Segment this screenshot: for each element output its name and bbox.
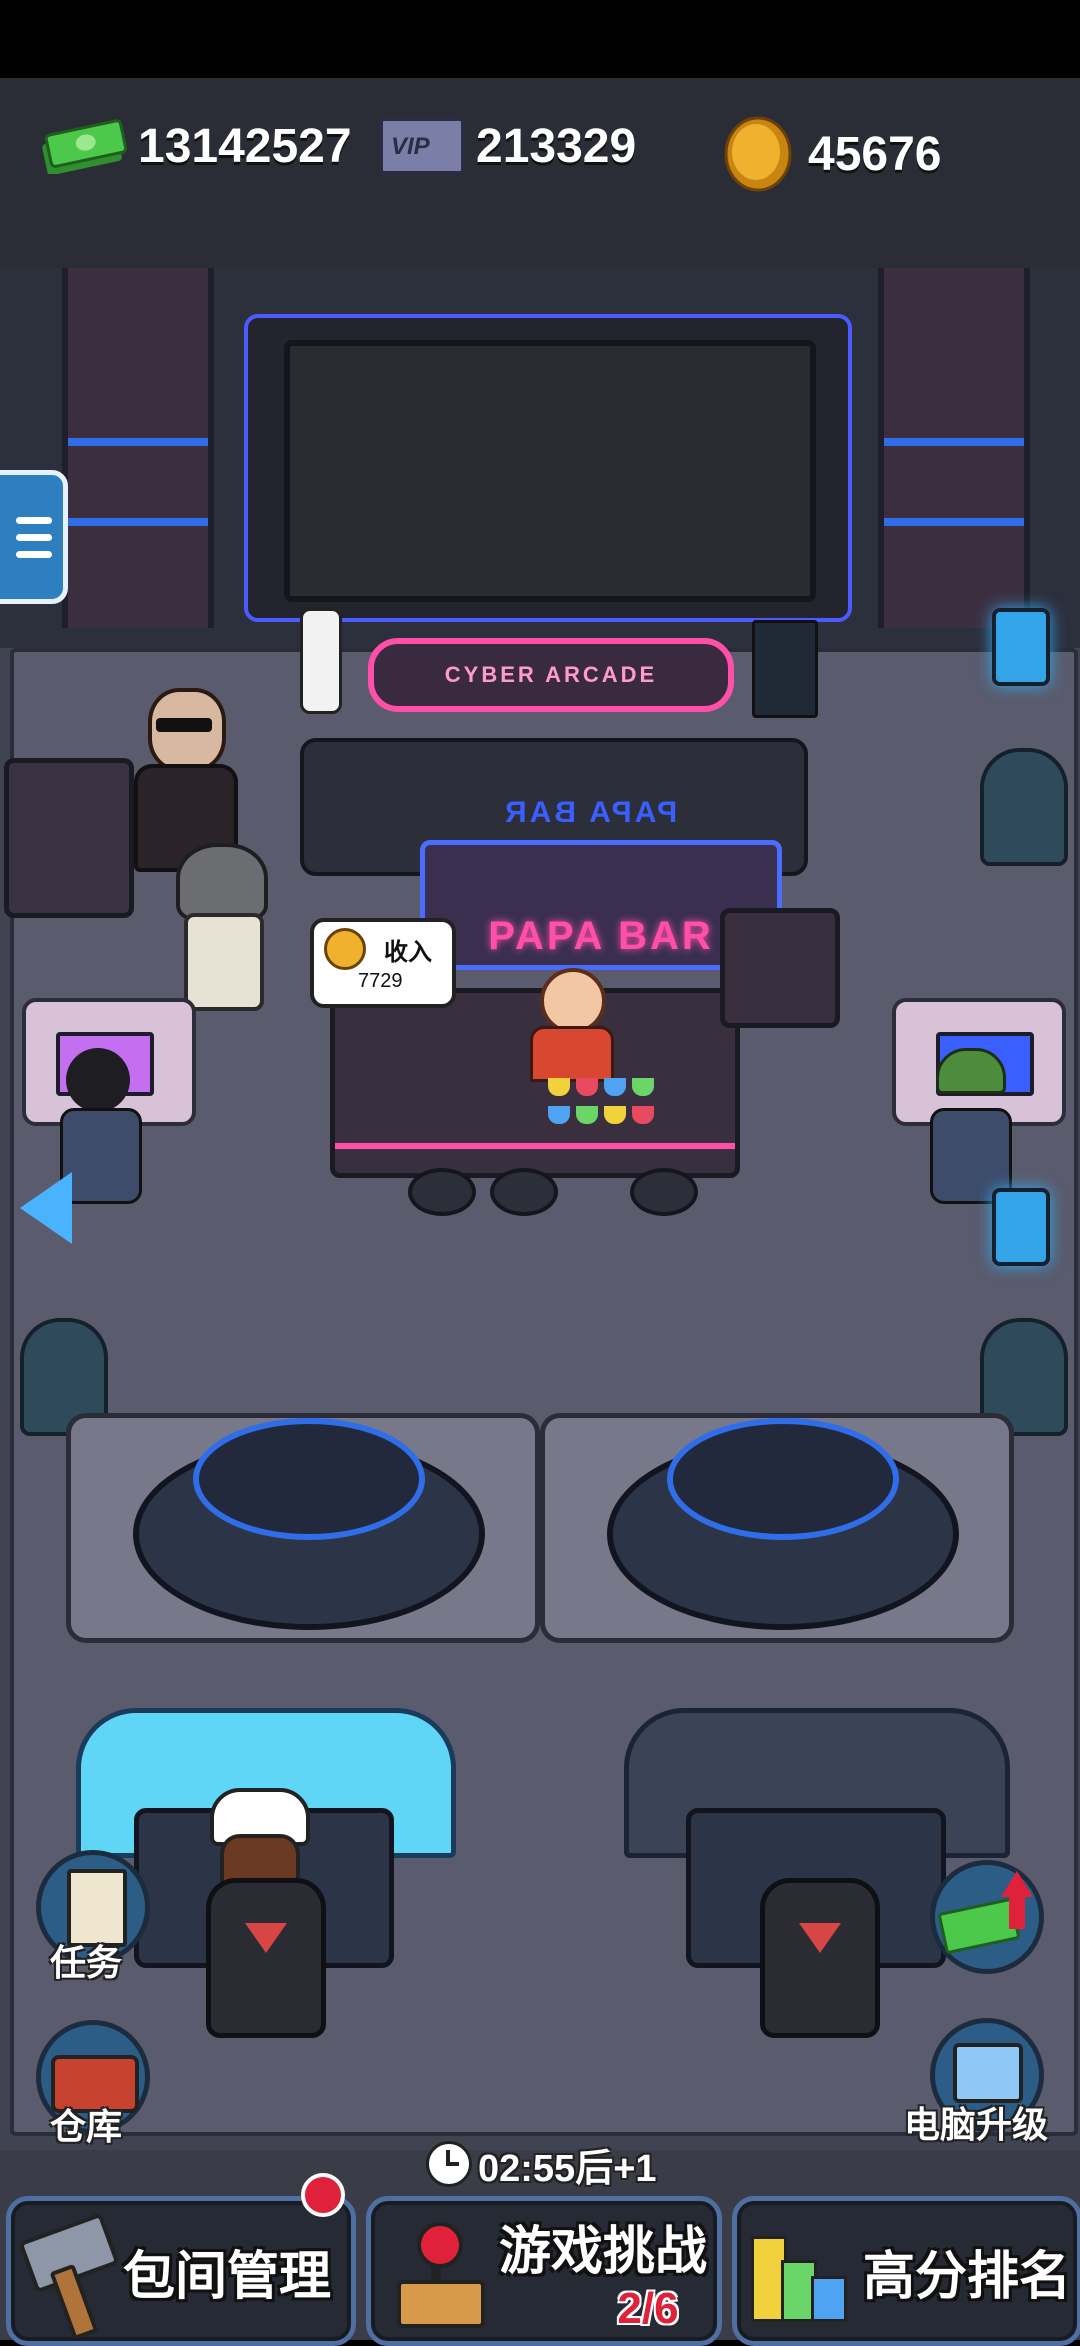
bar-sign-reflection: PAPA BAR (470, 796, 710, 836)
menu-button[interactable] (0, 470, 68, 604)
income-upgrade-button[interactable] (924, 1860, 1054, 1980)
timer-text: 02:55后+1 (478, 2147, 657, 2190)
resource-bar: 13142527 VIP 213329 45676 (0, 78, 1080, 272)
warehouse-button[interactable]: 仓库 (30, 2020, 160, 2150)
income-value: 7729 (358, 970, 403, 992)
room-management-button[interactable]: 包间管理 (6, 2173, 356, 2346)
podium-icon (751, 2216, 851, 2326)
bar-counter-side (720, 908, 840, 1028)
gaming-chair-left (206, 1878, 326, 2038)
lamp (992, 608, 1050, 686)
gaming-chair-right (760, 1878, 880, 2038)
wall-aquarium (4, 758, 134, 918)
bartender[interactable] (524, 968, 614, 1082)
scroll-left-arrow-icon[interactable] (20, 1172, 72, 1244)
income-bubble[interactable]: 收入 7729 (310, 918, 456, 1008)
bar-stool (408, 1168, 476, 1216)
arcade-sign-text: CYBER ARCADE (444, 662, 658, 687)
right-pillar (878, 268, 1030, 628)
hamburger-icon (16, 516, 52, 558)
vr-pod-left[interactable] (66, 1413, 540, 1643)
bar-sign-text: PAPA BAR (488, 914, 714, 958)
cash-counter: 13142527 (40, 118, 352, 176)
cash-icon (40, 118, 128, 176)
cyber-arcade-sign: CYBER ARCADE (368, 638, 734, 712)
bar-sign-reflection-text: PAPA BAR (502, 796, 678, 829)
income-label: 收入 (384, 939, 432, 966)
cash-upgrade-icon (930, 1860, 1044, 1974)
customer-sunglasses[interactable] (128, 688, 238, 872)
coin-value: 45676 (808, 127, 942, 181)
left-pillar (62, 268, 214, 628)
game-challenge-button[interactable]: 游戏挑战 2/6 (366, 2196, 722, 2346)
vip-counter: VIP 213329 (380, 118, 636, 174)
hammer-icon (15, 2212, 120, 2341)
challenge-progress: 2/6 (617, 2283, 679, 2333)
clock-icon (426, 2141, 472, 2187)
console-right (752, 620, 818, 718)
customer-left-desk[interactable] (60, 1048, 142, 1208)
lamp (992, 1188, 1050, 1266)
alien-plant (980, 748, 1068, 866)
status-bar (0, 0, 1080, 78)
customer-right-desk[interactable] (930, 1048, 1012, 1208)
vip-ticket-icon: VIP (380, 118, 464, 174)
bar-stool (630, 1168, 698, 1216)
customer-helmet[interactable] (166, 843, 276, 1013)
room-management-label: 包间管理 (123, 2247, 332, 2306)
cash-value: 13142527 (138, 119, 352, 173)
joystick-icon (389, 2216, 485, 2328)
vr-pod-right[interactable] (540, 1413, 1014, 1643)
pc-upgrade-label: 电脑升级 (904, 2104, 1049, 2145)
leaderboard-button[interactable]: 高分排名 (732, 2196, 1080, 2346)
warehouse-label: 仓库 (50, 2106, 123, 2147)
console-left (300, 608, 342, 714)
vip-value: 213329 (476, 119, 637, 173)
tasks-button[interactable]: 任务 (30, 1850, 160, 1990)
pc-upgrade-button[interactable]: 电脑升级 (900, 2018, 1080, 2148)
coin-counter: 45676 (722, 116, 941, 192)
leaderboard-label: 高分排名 (863, 2247, 1072, 2306)
timer: 02:55后+1 (426, 2140, 657, 2190)
cocktail-glasses (548, 1078, 668, 1128)
notification-dot (301, 2173, 345, 2217)
gold-coin-icon (722, 116, 794, 192)
big-screen (244, 314, 852, 622)
game-scene[interactable]: CYBER ARCADE PAPA BAR PAPA BAR 收入 7729 (0, 268, 1080, 2150)
bar-stool (490, 1168, 558, 1216)
tasks-label: 任务 (50, 1942, 123, 1983)
game-challenge-label: 游戏挑战 (499, 2222, 708, 2281)
gold-coin-icon (324, 928, 366, 970)
